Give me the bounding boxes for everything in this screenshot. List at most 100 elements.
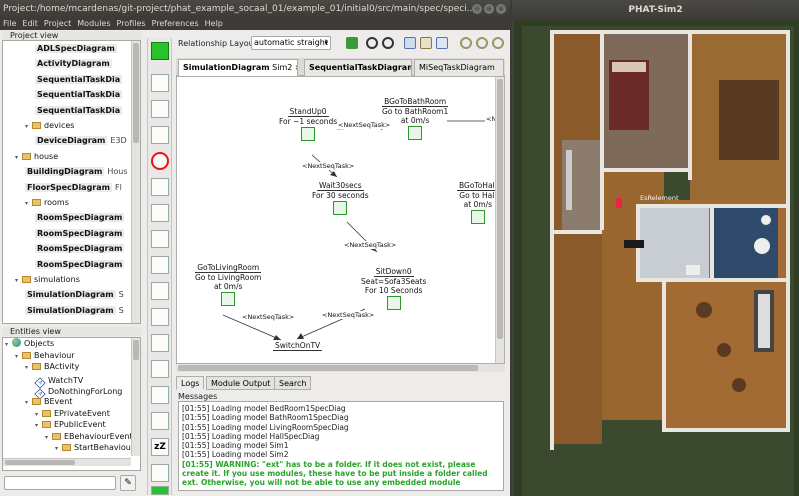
entity-tree-item[interactable]: ▾ BActivity — [25, 361, 79, 373]
expand-toggle-icon[interactable]: ▾ — [45, 432, 52, 444]
entity-tree-item[interactable]: ▾ Objects — [5, 338, 54, 350]
palette-stop-tool[interactable] — [151, 152, 169, 170]
project-tree-item[interactable]: RoomSpecDiagram — [35, 211, 125, 225]
expand-toggle-icon[interactable]: ▾ — [25, 397, 32, 409]
tab-miseq-task-diagram[interactable]: MiSeqTaskDiagram — [414, 59, 504, 76]
minimize-icon[interactable]: ⊖ — [472, 4, 482, 14]
palette-standup-tool[interactable] — [151, 126, 169, 144]
expand-toggle-icon[interactable]: ▾ — [55, 443, 62, 455]
palette-walk-tool[interactable] — [151, 74, 169, 92]
zoom-out-icon[interactable] — [492, 37, 504, 49]
undo-icon[interactable] — [366, 37, 378, 49]
palette-walk2-tool[interactable] — [151, 334, 169, 352]
palette-select-tool[interactable] — [151, 42, 169, 60]
palette-person-tool[interactable] — [151, 412, 169, 430]
palette-timer-tool[interactable] — [151, 230, 169, 248]
tab-sequential-task-diagram[interactable]: SequentialTaskDiagram — [304, 59, 412, 76]
project-tree-item[interactable]: FloorSpecDiagram Fl — [25, 181, 122, 195]
project-tree-item[interactable]: RoomSpecDiagram — [35, 242, 125, 256]
project-tree-item[interactable]: ▾ house — [15, 150, 58, 164]
entities-tree[interactable]: ▾ Objects ▾ Behaviour ▾ BActivity A WatchTV A DoN… — [2, 337, 141, 471]
zoom-in-icon[interactable] — [476, 37, 488, 49]
palette-steps-tool[interactable] — [151, 464, 169, 482]
project-tree-item[interactable]: SequentialTaskDia — [35, 73, 123, 87]
project-tree-item[interactable]: RoomSpecDiagram — [35, 258, 125, 272]
diagram-node[interactable]: GoToLivingRoom Go to LivingRoom at 0m/s — [195, 263, 261, 306]
copy-icon[interactable] — [404, 37, 416, 49]
maximize-icon[interactable]: ⊕ — [484, 4, 494, 14]
layout-dropdown[interactable]: automatic straight ▾ — [251, 36, 331, 50]
diagram-canvas[interactable]: <NextSeqTask> <Ne <NextSeqTask> <NextSeq… — [176, 76, 505, 364]
palette-hourglass-tool[interactable] — [151, 308, 169, 326]
paste-icon[interactable] — [420, 37, 432, 49]
entity-tree-item[interactable]: ▾ EBehaviourEvent — [45, 431, 133, 443]
expand-toggle-icon[interactable]: ▾ — [15, 151, 22, 165]
menu-preferences[interactable]: Preferences — [152, 19, 199, 28]
expand-toggle-icon[interactable]: ▾ — [25, 120, 32, 134]
house-3d-view[interactable]: EsRelement — [514, 20, 799, 496]
menu-modules[interactable]: Modules — [77, 19, 110, 28]
expand-toggle-icon[interactable]: ▾ — [15, 274, 22, 288]
diagram-node[interactable]: SitDown0 Seat=Sofa3Seats For 10 Seconds — [361, 267, 426, 310]
expand-toggle-icon[interactable]: ▾ — [25, 197, 32, 211]
entities-hscrollbar[interactable] — [3, 458, 131, 466]
entities-scrollbar[interactable] — [131, 338, 140, 456]
palette-sound-tool[interactable] — [151, 282, 169, 300]
diagram-node[interactable]: Wait30secs For 30 seconds — [312, 181, 369, 215]
canvas-vscroll-thumb[interactable] — [497, 79, 503, 339]
diagram-node[interactable]: BGoToBathRoom Go to BathRoom1 at 0m/s — [382, 97, 448, 140]
close-icon[interactable]: ✕ — [295, 64, 297, 72]
menu-file[interactable]: File — [3, 19, 16, 28]
diagram-node[interactable]: StandUp0 For ~1 seconds — [279, 107, 337, 141]
palette-light-tool[interactable] — [151, 256, 169, 274]
entity-tree-item[interactable]: ▾ BEvent — [25, 396, 72, 408]
zoom-icon[interactable] — [460, 37, 472, 49]
canvas-vscrollbar[interactable] — [495, 77, 504, 363]
palette-door-tool[interactable] — [151, 100, 169, 118]
log-messages[interactable]: [01:55] Loading model BedRoom1SpecDiag [… — [178, 401, 504, 491]
close-icon[interactable]: ⊗ — [496, 4, 506, 14]
tab-logs[interactable]: Logs — [176, 376, 205, 390]
entity-tree-item[interactable]: ▾ EPublicEvent — [35, 419, 106, 431]
tab-module-output[interactable]: Module Output — [206, 376, 276, 390]
diagram-node[interactable]: SwitchOnTV — [273, 341, 323, 351]
canvas-hscrollbar[interactable] — [176, 364, 505, 372]
redo-icon[interactable] — [382, 37, 394, 49]
entities-scroll-thumb[interactable] — [133, 340, 139, 360]
project-tree-item[interactable]: ADLSpecDiagram — [35, 42, 117, 56]
project-tree-item[interactable]: ▾ devices — [25, 119, 74, 133]
project-tree-item[interactable]: SimulationDiagram S — [25, 288, 124, 302]
project-tree-item[interactable]: SimulationDiagram S — [25, 304, 124, 318]
search-icon[interactable]: ✎ — [120, 475, 136, 491]
project-tree-item[interactable]: RoomSpecDiagram — [35, 227, 125, 241]
project-tree-item[interactable]: BuildingDiagram Hous — [25, 165, 128, 179]
project-tree-item[interactable]: ▾ rooms — [25, 196, 69, 210]
project-scrollbar[interactable] — [131, 41, 140, 323]
project-tree-item[interactable]: SequentialTaskDia — [35, 104, 123, 118]
entity-tree-item[interactable]: ▾ StartBehaviourE — [55, 442, 139, 454]
palette-move-tool[interactable] — [151, 178, 169, 196]
menu-profiles[interactable]: Profiles — [117, 19, 146, 28]
project-tree[interactable]: ADLSpecDiagram ActivityDiagram SequentialT… — [2, 40, 141, 324]
entity-search-input[interactable] — [4, 476, 116, 490]
expand-toggle-icon[interactable]: ▾ — [25, 362, 32, 374]
entity-tree-item[interactable]: A WatchTV — [34, 375, 83, 389]
palette-lie-tool[interactable] — [151, 386, 169, 404]
project-scroll-thumb[interactable] — [133, 43, 139, 143]
diagram-node[interactable]: BGoToHall Go to Hall at 0m/s — [457, 181, 499, 224]
canvas-hscroll-thumb[interactable] — [178, 365, 478, 371]
entity-tree-item[interactable]: ▾ EPrivateEvent — [35, 408, 110, 420]
entity-tree-item[interactable]: ▾ Behaviour — [15, 350, 75, 362]
palette-sleep-tool[interactable]: zZ — [151, 438, 169, 456]
expand-toggle-icon[interactable]: ▾ — [5, 339, 12, 351]
project-tree-item[interactable]: SequentialTaskDia — [35, 88, 123, 102]
palette-scroll-down[interactable] — [151, 486, 169, 495]
project-tree-item[interactable]: ▾ simulations — [15, 273, 80, 287]
tab-search[interactable]: Search — [274, 376, 312, 390]
palette-shirt-tool[interactable] — [151, 204, 169, 222]
project-tree-item[interactable]: ActivityDiagram — [35, 57, 112, 71]
tab-simulation-diagram[interactable]: SimulationDiagram Sim2 ✕ — [178, 59, 298, 76]
menu-help[interactable]: Help — [205, 19, 223, 28]
menu-project[interactable]: Project — [44, 19, 71, 28]
layout-grid-icon[interactable] — [346, 37, 358, 49]
